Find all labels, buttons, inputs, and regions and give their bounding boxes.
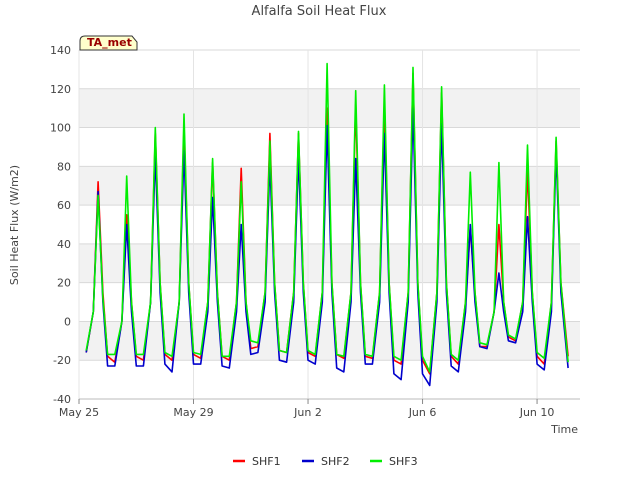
y-tick-label: 40 bbox=[57, 238, 71, 251]
ta-met-annotation: TA_met bbox=[79, 35, 138, 51]
legend-label-shf2: SHF2 bbox=[321, 455, 350, 468]
chart-title: Alfalfa Soil Heat Flux bbox=[252, 4, 387, 19]
y-tick-label: 80 bbox=[57, 160, 71, 173]
y-tick-label: 120 bbox=[50, 83, 71, 96]
x-tick-label: May 29 bbox=[173, 406, 213, 419]
plot-band bbox=[79, 321, 580, 361]
legend-label-shf1: SHF1 bbox=[252, 455, 281, 468]
plot-band bbox=[79, 243, 580, 283]
x-tick-label: Jun 10 bbox=[519, 406, 555, 419]
x-axis-label: Time bbox=[550, 423, 578, 436]
y-tick-label: 20 bbox=[57, 277, 71, 290]
plot-band bbox=[79, 88, 580, 128]
y-axis-label: Soil Heat Flux (W/m2) bbox=[8, 165, 21, 285]
legend: SHF1 SHF2 SHF3 bbox=[233, 455, 418, 468]
x-tick-label: May 25 bbox=[59, 406, 99, 419]
y-tick-label: 100 bbox=[50, 122, 71, 135]
legend-label-shf3: SHF3 bbox=[389, 455, 418, 468]
y-tick-label: 140 bbox=[50, 44, 71, 57]
x-tick-label: Jun 6 bbox=[408, 406, 437, 419]
y-tick-label: -20 bbox=[53, 354, 71, 367]
soil-heat-flux-chart: Alfalfa Soil Heat Flux -40 -20 0 20 40 60 80 10… bbox=[0, 0, 640, 480]
y-tick-label: 0 bbox=[64, 315, 71, 328]
y-tick-label: 60 bbox=[57, 199, 71, 212]
y-tick-label: -40 bbox=[53, 393, 71, 406]
x-tick-label: Jun 2 bbox=[293, 406, 322, 419]
annotation-text: TA_met bbox=[87, 36, 132, 49]
